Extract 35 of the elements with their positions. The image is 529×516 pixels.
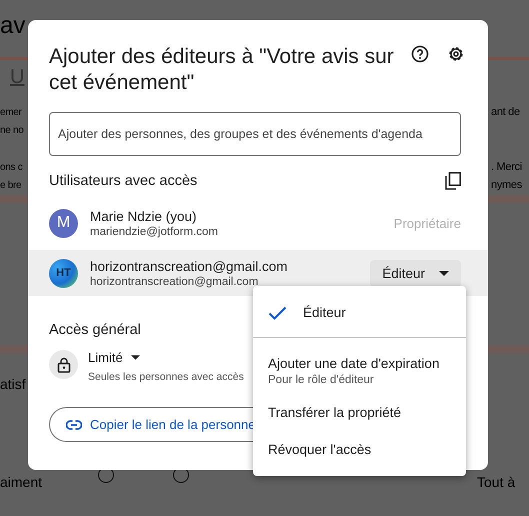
add-people-field[interactable]: Ajouter des personnes, des groupes et des événements d'agenda	[49, 112, 461, 156]
page-text: nymes	[491, 179, 522, 191]
person-row[interactable]: HT horizontranscreation@gmail.com horizontranscreation@gmail.com Éditeur	[28, 250, 488, 296]
role-label: Propriétaire	[394, 216, 461, 230]
person-email: horizontranscreation@gmail.com	[90, 276, 260, 288]
page-heading: av	[0, 12, 26, 40]
person-email: mariendzie@jotform.com	[90, 226, 219, 238]
scale-label: aiment	[0, 474, 42, 490]
menu-item[interactable]: Éditeur	[253, 294, 466, 331]
access-dropdown[interactable]: Limité	[88, 350, 244, 365]
question-text: atisf	[0, 376, 26, 392]
page-text: . Merci	[491, 161, 522, 173]
scale-label: Tout à	[477, 474, 516, 490]
page-text: emer	[0, 107, 22, 118]
page-text: ons c	[0, 162, 22, 173]
lock-icon	[49, 350, 78, 379]
person-row[interactable]: M Marie Ndzie (you) mariendzie@jotform.com Propriétaire	[28, 200, 488, 246]
page-text: ant de	[491, 106, 520, 118]
dialog-title: Ajouter des éditeurs à "Votre avis sur cet événement"	[49, 44, 395, 96]
person-name: Marie Ndzie (you)	[90, 208, 198, 224]
section-heading: Accès général	[48, 322, 142, 338]
page-text: ne no	[0, 125, 24, 136]
role-dropdown[interactable]: Éditeur	[370, 260, 461, 286]
caret-icon	[130, 355, 140, 360]
avatar: M	[49, 208, 78, 238]
access-description: Seules les personnes avec accès	[88, 371, 244, 383]
avatar: HT	[49, 258, 78, 288]
page-text: e bre	[0, 180, 22, 191]
person-name: horizontranscreation@gmail.com	[90, 258, 289, 274]
section-heading: Utilisateurs avec accès	[49, 173, 198, 189]
menu-item[interactable]: Ajouter une date d'expiration Pour le rôle d'éditeur	[253, 344, 466, 394]
copy-icon[interactable]	[445, 172, 461, 190]
caret-icon	[439, 270, 449, 276]
link-icon	[66, 420, 82, 430]
help-icon[interactable]	[410, 44, 430, 64]
